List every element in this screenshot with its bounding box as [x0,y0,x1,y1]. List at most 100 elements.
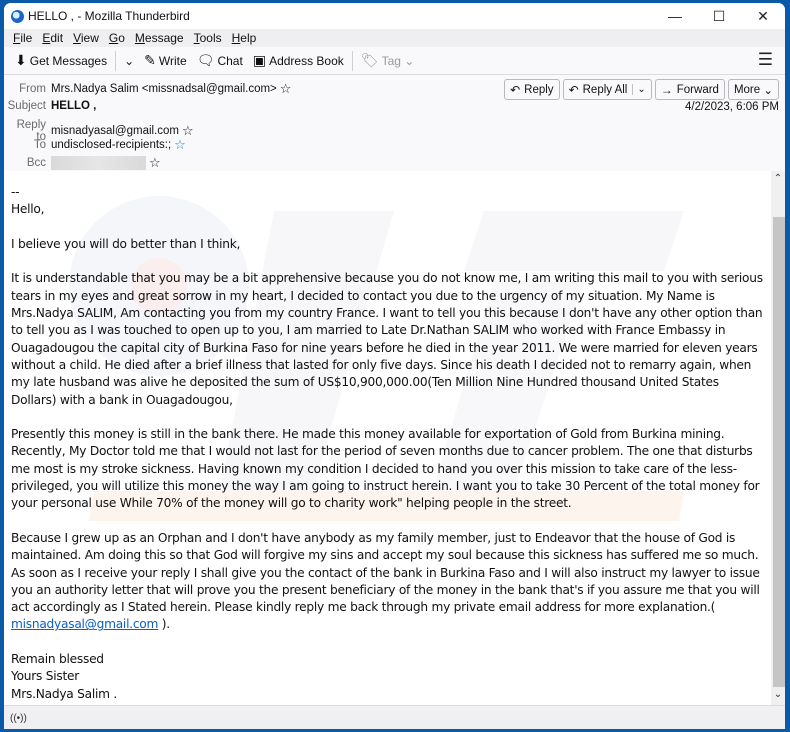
subject-row: Subject HELLO , [4,100,97,112]
star-icon[interactable]: ☆ [280,81,292,97]
minimize-button[interactable]: — [653,3,697,29]
reply-button[interactable]: ↶ Reply [504,79,560,100]
chat-label: Chat [217,53,243,68]
menu-help-label: elp [240,31,257,45]
message-body: -- Hello, I believe you will do better tha… [4,171,771,705]
chevron-down-icon: ⌄ [400,53,415,68]
paragraph: Presently this money is still in the ban… [11,427,764,511]
star-icon[interactable]: ☆ [174,137,186,153]
from-label: From [19,83,46,95]
toolbar-separator [115,50,117,71]
close-button[interactable]: ✕ [741,3,785,29]
bcc-redacted-value [51,156,146,170]
reply-to-value[interactable]: misnadyasal@gmail.com [51,125,179,137]
chat-bubble-icon: 🗨 [196,52,215,68]
thunderbird-logo-icon [11,9,24,23]
reply-all-label: Reply All [582,83,628,96]
from-row: From Mrs.Nadya Salim <missnadsal@gmail.c… [4,81,291,97]
menu-tools-label: ools [199,31,222,45]
bcc-row: Bcc ☆ [4,155,161,171]
closing-line: Remain blessed [11,652,104,667]
message-header: From Mrs.Nadya Salim <missnadsal@gmail.c… [4,75,785,172]
pencil-icon: ✎ [144,52,156,68]
tag-button[interactable]: 🏷 Tag ⌄ [356,50,420,72]
menu-go-accel: G [108,31,119,45]
menu-view-accel: V [73,31,81,45]
thunderbird-window: HELLO , - Mozilla Thunderbird — ☐ ✕ File… [4,3,785,729]
online-status-icon[interactable]: ((•)) [10,713,27,724]
address-book-label: Address Book [269,53,344,68]
paragraph: It is understandable that you may be a b… [11,271,767,407]
menu-file-label: ile [20,31,33,45]
to-label: To [33,139,46,151]
menu-bar: File Edit View Go Message Tools Help [4,29,785,47]
menu-go[interactable]: Go [104,31,130,45]
forward-arrow-icon: → [660,82,673,97]
greeting: Hello, [11,202,45,217]
paragraph-text: Because I grew up as an Orphan and I don… [11,530,764,615]
paragraph-end: ). [158,617,170,632]
download-icon: ⬇ [15,52,27,68]
message-date: 4/2/2023, 6:06 PM [685,101,779,113]
scroll-thumb[interactable] [773,217,785,687]
chevron-down-icon[interactable]: ⌄ [632,84,646,95]
address-book-button[interactable]: ▣ Address Book [248,50,349,72]
menu-message-label: essage [144,31,184,45]
menu-edit[interactable]: Edit [37,31,68,45]
email-link[interactable]: misnadyasal@gmail.com [11,617,158,631]
menu-go-label: o [118,31,125,45]
main-toolbar: ⬇ Get Messages ⌄ ✎ Write 🗨 Chat ▣ Addres… [4,47,785,75]
tag-label: Tag [381,53,401,68]
star-icon[interactable]: ☆ [149,155,161,171]
reply-arrow-icon: ↶ [510,82,521,97]
scroll-up-icon[interactable]: ⌃ [771,173,785,187]
subject-value: HELLO , [51,100,97,112]
window-title: HELLO , - Mozilla Thunderbird [28,9,190,23]
reply-label: Reply [524,83,554,96]
scroll-down-icon[interactable]: ⌄ [771,689,785,703]
bcc-label: Bcc [26,157,46,169]
tag-icon: 🏷 [360,52,379,68]
title-bar: HELLO , - Mozilla Thunderbird — ☐ ✕ [4,3,785,29]
get-messages-button[interactable]: ⬇ Get Messages [10,50,112,72]
menu-view[interactable]: View [68,31,104,45]
toolbar-separator [351,50,353,71]
menu-view-label: iew [80,31,99,45]
message-content: -- Hello, I believe you will do better tha… [4,171,766,703]
address-book-icon: ▣ [252,52,267,68]
header-actions: ↶ Reply ↶ Reply All ⌄ → Forward More ⌄ [504,79,779,100]
menu-message-accel: M [134,31,145,45]
menu-message[interactable]: Message [130,31,189,45]
get-messages-dropdown[interactable]: ⌄ [119,50,139,72]
paragraph: I believe you will do better than I thin… [11,236,241,251]
get-messages-label: Get Messages [29,53,108,68]
separator-line: -- [11,185,20,199]
forward-button[interactable]: → Forward [654,79,725,100]
paragraph: Because I grew up as an Orphan and I don… [11,530,766,634]
menu-file[interactable]: File [8,31,37,45]
to-value[interactable]: undisclosed-recipients:; [51,139,171,151]
menu-tools[interactable]: Tools [189,31,227,45]
app-menu-icon[interactable]: ☰ [758,50,773,70]
window-controls: — ☐ ✕ [653,3,785,29]
more-button[interactable]: More ⌄ [727,79,779,100]
maximize-button[interactable]: ☐ [697,3,741,29]
status-bar: ((•)) [4,705,785,729]
write-label: Write [158,53,187,68]
chevron-down-icon: ⌄ [124,53,135,68]
forward-label: Forward [676,83,719,96]
more-label: More [733,83,761,96]
menu-help[interactable]: Help [227,31,262,45]
write-button[interactable]: ✎ Write [139,50,192,72]
signature: Mrs.Nadya Salim . [11,686,117,701]
subject-label: Subject [7,100,46,112]
vertical-scrollbar[interactable]: ⌃ ⌄ [771,171,785,705]
chat-button[interactable]: 🗨 Chat [192,50,248,72]
reply-all-icon: ↶ [568,82,579,97]
from-value[interactable]: Mrs.Nadya Salim <missnadsal@gmail.com> [51,83,277,95]
menu-help-accel: H [231,31,241,45]
reply-all-button[interactable]: ↶ Reply All ⌄ [562,79,652,100]
chevron-down-icon: ⌄ [760,84,773,97]
to-row: To undisclosed-recipients:; ☆ [4,137,186,153]
menu-edit-label: dit [50,31,64,45]
